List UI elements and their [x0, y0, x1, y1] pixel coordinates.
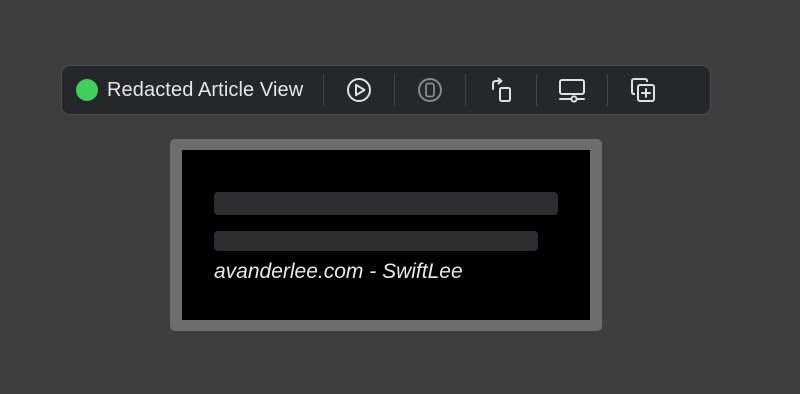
- preview-status: Redacted Article View: [62, 66, 323, 114]
- redacted-subtitle-placeholder: [214, 231, 538, 251]
- device-settings-button[interactable]: [537, 66, 607, 114]
- rotate-orientation-icon: [492, 77, 512, 102]
- preview-on-device-button[interactable]: [395, 66, 465, 114]
- preview-toolbar: Redacted Article View: [61, 65, 711, 115]
- live-preview-play-icon: [347, 78, 372, 102]
- live-preview-button[interactable]: [324, 66, 394, 114]
- duplicate-preview-icon: [631, 78, 656, 102]
- article-preview: avanderlee.com - SwiftLee: [182, 150, 590, 320]
- redacted-title-placeholder: [214, 192, 558, 215]
- preview-device-frame: avanderlee.com - SwiftLee: [170, 139, 602, 331]
- article-byline: avanderlee.com - SwiftLee: [214, 260, 463, 283]
- preview-title: Redacted Article View: [107, 78, 304, 101]
- device-preview-icon: [418, 78, 443, 102]
- xcode-canvas: Redacted Article View avanderlee.com - S…: [0, 0, 800, 394]
- rotate-preview-button[interactable]: [466, 66, 536, 114]
- duplicate-preview-button[interactable]: [608, 66, 678, 114]
- device-settings-icon: [559, 79, 586, 103]
- status-indicator-dot: [76, 79, 98, 101]
